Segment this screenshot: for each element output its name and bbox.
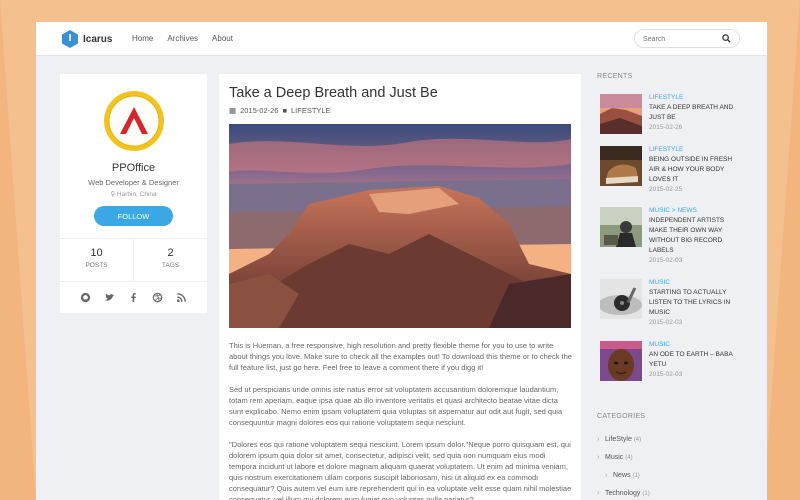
- profile-title: Web Developer & Designer: [88, 178, 179, 187]
- profile-name: PPOffice: [111, 162, 156, 174]
- nav-archives[interactable]: Archives: [167, 34, 198, 43]
- recent-thumbnail[interactable]: [600, 279, 642, 319]
- category-count: (1): [632, 473, 640, 479]
- category-name[interactable]: Technology: [605, 490, 640, 497]
- recent-category[interactable]: LIFESTYLE: [649, 94, 683, 101]
- category-count: (4): [633, 437, 642, 443]
- recent-title[interactable]: TAKE A DEEP BREATH AND JUST BE: [649, 103, 741, 123]
- facebook-icon[interactable]: [128, 292, 139, 303]
- posts-label: POSTS: [85, 262, 108, 269]
- article-title[interactable]: Take a Deep Breath and Just Be: [229, 85, 438, 101]
- category-item[interactable]: › LifeStyle (4): [597, 431, 747, 449]
- recent-item[interactable]: MUSIC > NEWS INDEPENDENT ARTISTS MAKE TH…: [600, 207, 740, 264]
- category-name[interactable]: Music: [605, 454, 623, 461]
- follow-button[interactable]: FOLLOW: [94, 206, 173, 226]
- recent-date: 2015-02-03: [649, 371, 683, 378]
- chevron-right-icon: ›: [597, 490, 600, 497]
- article-paragraph: This is Hueman, a free responsive, high …: [229, 341, 572, 372]
- category-item[interactable]: › Music (4): [597, 449, 747, 467]
- recent-item[interactable]: LIFESTYLE TAKE A DEEP BREATH AND JUST BE…: [600, 94, 740, 138]
- recent-date: 2015-02-03: [649, 257, 683, 264]
- nav-home[interactable]: Home: [132, 34, 153, 43]
- article-meta: ▦ 2015-02-26 ■ LIFESTYLE: [229, 106, 335, 115]
- recent-thumbnail[interactable]: [600, 207, 642, 247]
- posts-count: 10: [90, 247, 103, 259]
- profile-location-text: Harbin, China: [116, 191, 157, 198]
- recent-category[interactable]: MUSIC > NEWS: [649, 207, 697, 214]
- recent-title-block: TAKE A DEEP BREATH AND JUST BE 2015-02-2…: [649, 103, 741, 133]
- recent-thumbnail[interactable]: [600, 94, 642, 134]
- search-input[interactable]: [643, 34, 723, 44]
- recent-title-block: INDEPENDENT ARTISTS MAKE THEIR OWN WAY W…: [649, 216, 741, 266]
- categories-heading: CATEGORIES: [597, 413, 646, 420]
- recent-thumbnail[interactable]: [600, 341, 642, 381]
- category-item[interactable]: › News (1): [597, 467, 747, 485]
- chevron-right-icon: ›: [597, 454, 600, 461]
- profile-card: PPOffice Web Developer & Designer ⚲ Harb…: [60, 74, 207, 313]
- recent-item[interactable]: MUSIC AN ODE TO EARTH – BABA YETU 2015-0…: [600, 341, 740, 385]
- calendar-icon: ▦: [229, 106, 237, 115]
- category-name[interactable]: News: [613, 472, 631, 479]
- nav-about[interactable]: About: [212, 34, 233, 43]
- background-left: [0, 0, 36, 500]
- article-paragraph: Sed ut perspiciatis unde omnis iste natu…: [229, 385, 563, 427]
- tags-stat[interactable]: 2 TAGS: [133, 239, 207, 281]
- logo[interactable]: I Icarus: [62, 30, 112, 48]
- github-icon[interactable]: [80, 292, 91, 303]
- recents-heading: RECENTS: [597, 73, 633, 80]
- article-category[interactable]: LIFESTYLE: [291, 106, 331, 115]
- recent-title-block: STARTING TO ACTUALLY LISTEN TO THE LYRIC…: [649, 288, 741, 328]
- tags-count: 2: [167, 247, 174, 259]
- posts-stat[interactable]: 10 POSTS: [60, 239, 133, 281]
- article-paragraph: "Dolores eos qui ratione voluptatem sequ…: [229, 440, 572, 500]
- avatar: [104, 91, 164, 151]
- folder-icon: ■: [282, 106, 287, 115]
- site-frame: I Icarus Home Archives About PPOffice We…: [36, 22, 767, 500]
- recent-item[interactable]: LIFESTYLE BEING OUTSIDE IN FRESH AIR & H…: [600, 146, 740, 193]
- map-marker-icon: ⚲: [110, 191, 117, 198]
- category-count: (4): [625, 455, 633, 461]
- chevron-right-icon: ›: [605, 472, 608, 479]
- recent-title[interactable]: STARTING TO ACTUALLY LISTEN TO THE LYRIC…: [649, 288, 741, 318]
- background-right: [764, 0, 800, 500]
- recent-title[interactable]: BEING OUTSIDE IN FRESH AIR & HOW YOUR BO…: [649, 155, 741, 185]
- chevron-right-icon: ›: [597, 436, 600, 443]
- recent-date: 2015-02-25: [649, 186, 683, 193]
- profile-stats: 10 POSTS 2 TAGS: [60, 238, 207, 282]
- site-header: I Icarus Home Archives About: [36, 22, 767, 56]
- social-links: [60, 282, 207, 313]
- dribbble-icon[interactable]: [152, 292, 163, 303]
- recent-title-block: AN ODE TO EARTH – BABA YETU 2015-02-03: [649, 350, 741, 380]
- rss-icon[interactable]: [176, 292, 187, 303]
- recent-date: 2015-02-03: [649, 319, 683, 326]
- tags-label: TAGS: [161, 262, 180, 269]
- main-nav: Home Archives About: [132, 34, 247, 43]
- article-card: Take a Deep Breath and Just Be ▦ 2015-02…: [219, 74, 581, 500]
- logo-text: Icarus: [83, 33, 113, 45]
- category-item[interactable]: › Technology (1): [597, 485, 747, 500]
- recent-title[interactable]: AN ODE TO EARTH – BABA YETU: [649, 350, 741, 370]
- category-name[interactable]: LifeStyle: [605, 436, 632, 443]
- recent-title[interactable]: INDEPENDENT ARTISTS MAKE THEIR OWN WAY W…: [649, 216, 741, 256]
- logo-icon: I: [62, 30, 78, 48]
- recent-thumbnail[interactable]: [600, 146, 642, 186]
- category-list: › LifeStyle (4) › Music (4) › News (1) › Tec…: [597, 431, 747, 500]
- recent-category[interactable]: LIFESTYLE: [649, 146, 683, 153]
- recent-date: 2015-02-26: [649, 124, 683, 131]
- twitter-icon[interactable]: [104, 292, 115, 303]
- article-date[interactable]: 2015-02-26: [240, 106, 278, 115]
- profile-location: ⚲ Harbin, China: [60, 190, 207, 198]
- recent-category[interactable]: MUSIC: [649, 341, 670, 348]
- recent-category[interactable]: MUSIC: [649, 279, 670, 286]
- recent-title-block: BEING OUTSIDE IN FRESH AIR & HOW YOUR BO…: [649, 155, 741, 195]
- search-icon[interactable]: [722, 34, 731, 43]
- article-body: This is Hueman, a free responsive, high …: [229, 340, 573, 500]
- article-image[interactable]: [229, 124, 571, 328]
- search-box[interactable]: [634, 29, 740, 48]
- recent-item[interactable]: MUSIC STARTING TO ACTUALLY LISTEN TO THE…: [600, 279, 740, 326]
- category-count: (1): [642, 491, 650, 497]
